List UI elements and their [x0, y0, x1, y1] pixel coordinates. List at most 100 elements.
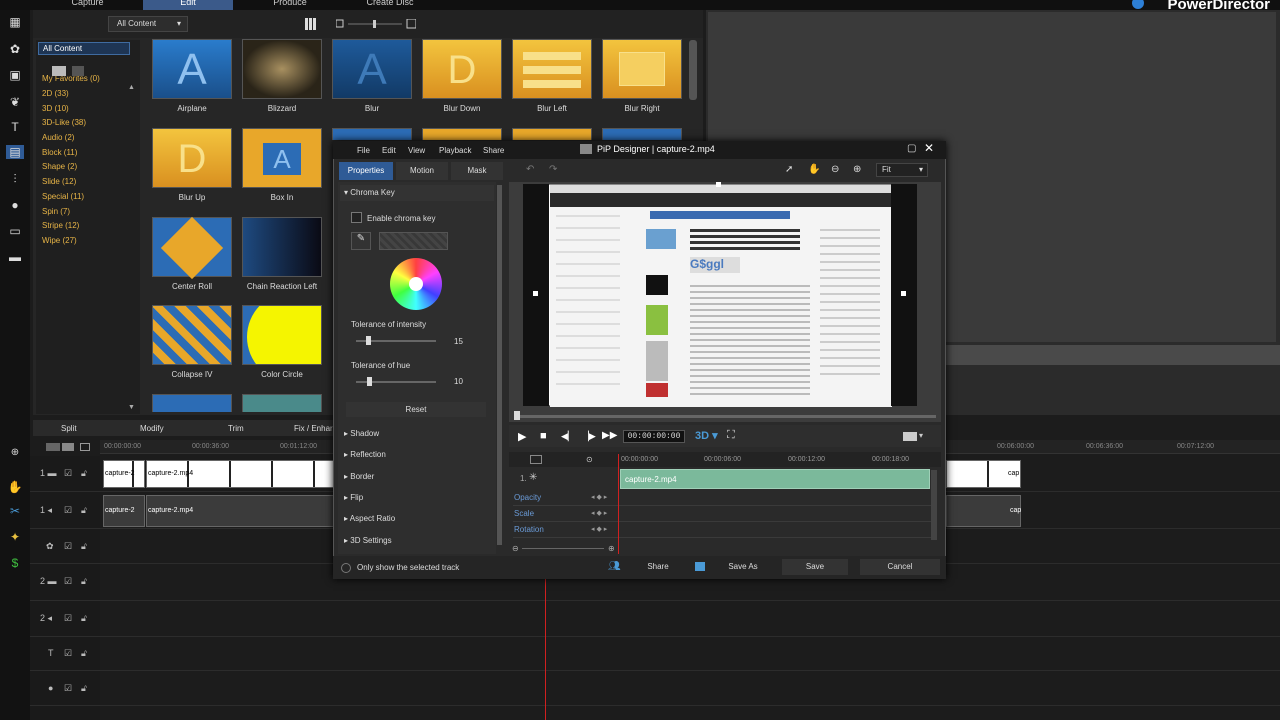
category-item[interactable]: My Favorites (0) [42, 74, 100, 83]
section-reflection[interactable]: ▸ Reflection [344, 450, 386, 459]
tab-edit[interactable]: Edit [143, 0, 233, 10]
tab-create-disc[interactable]: Create Disc [345, 0, 435, 10]
play-icon[interactable]: ▶ [518, 430, 526, 443]
tab-capture[interactable]: Capture [35, 0, 140, 10]
transition-thumb-collapse-iv[interactable] [152, 305, 232, 365]
save-button[interactable]: Save [782, 559, 848, 575]
transition-thumb-blur[interactable]: A [332, 39, 412, 99]
tolerance-hue-thumb[interactable] [367, 377, 372, 386]
tab-produce[interactable]: Produce [245, 0, 335, 10]
category-item[interactable]: 3D-Like (38) [42, 118, 86, 127]
lock-icon[interactable]: 🔓︎ [81, 648, 87, 659]
scroll-up-icon[interactable]: ▲ [128, 84, 135, 91]
track-enable-checkbox[interactable]: ☑ [64, 683, 72, 694]
section-border[interactable]: ▸ Border [344, 472, 374, 481]
transition-thumb-blur-right[interactable] [602, 39, 682, 99]
transition-thumb-center-roll[interactable] [152, 216, 232, 280]
track-enable-checkbox[interactable]: ☑ [64, 505, 72, 516]
preview-video-frame[interactable]: G$ggl [523, 184, 917, 407]
transition-thumb-box-in[interactable]: A [242, 128, 322, 188]
chevron-down-icon[interactable]: ▾ [919, 431, 923, 440]
resize-handle[interactable] [533, 291, 538, 296]
folder-icon[interactable] [52, 66, 66, 76]
only-selected-track-checkbox[interactable] [341, 563, 351, 573]
category-item[interactable]: Special (11) [42, 192, 84, 201]
section-chroma-key[interactable]: ▾ Chroma Key [344, 188, 395, 197]
transition-thumb-color-circle[interactable] [242, 305, 322, 365]
section-aspect-ratio[interactable]: ▸ Aspect Ratio [344, 514, 395, 523]
transition-thumb-partial[interactable] [512, 128, 592, 140]
zoom-in-icon[interactable]: ⊕ [853, 164, 861, 175]
enable-chroma-key-checkbox[interactable] [351, 212, 362, 223]
title-room-icon[interactable]: T [6, 120, 24, 134]
preview-seekbar[interactable] [516, 415, 936, 418]
key-color-swatch[interactable] [379, 232, 448, 250]
category-item[interactable]: Slide (12) [42, 177, 76, 186]
effects-room-icon[interactable]: ✿ [6, 42, 24, 56]
magic-tool-icon[interactable]: ✦ [6, 530, 24, 544]
lock-icon[interactable]: 🔓︎ [81, 576, 87, 587]
expand-track-icon[interactable]: ✳ [529, 472, 537, 483]
grid-view-icon[interactable] [305, 18, 317, 30]
keyframe-row-rotation[interactable]: Rotation [514, 525, 544, 534]
modify-button[interactable]: Modify [140, 424, 164, 433]
new-folder-icon[interactable] [72, 66, 84, 76]
keyframe-nav-icon[interactable]: ◂ ◆ ▸ [591, 525, 607, 533]
stop-icon[interactable]: ■ [540, 430, 547, 442]
scroll-down-icon[interactable]: ▼ [128, 404, 135, 411]
fit-timeline-icon[interactable] [62, 443, 74, 451]
kf-zoom-in-icon[interactable]: ⊕ [608, 544, 615, 553]
kf-zoom-out-icon[interactable]: ⊖ [512, 544, 519, 553]
keyframe-row-opacity[interactable]: Opacity [514, 493, 541, 502]
audio-tool-icon[interactable]: $ [6, 556, 24, 570]
cut-tool-icon[interactable]: ✂ [6, 504, 24, 518]
menu-view[interactable]: View [408, 146, 425, 155]
transition-thumb-partial[interactable] [332, 128, 412, 140]
undo-icon[interactable]: ↶ [526, 164, 534, 175]
transition-thumb-blur-left[interactable] [512, 39, 592, 99]
menu-file[interactable]: File [357, 146, 370, 155]
resize-handle[interactable] [901, 291, 906, 296]
library-scrollbar[interactable] [689, 40, 697, 100]
section-shadow[interactable]: ▸ Shadow [344, 429, 379, 438]
section-3d-settings[interactable]: ▸ 3D Settings [344, 536, 392, 545]
track-manager-icon[interactable] [46, 443, 60, 451]
next-frame-icon[interactable]: ▕▶ [582, 431, 596, 442]
keyframe-scrollbar[interactable] [931, 470, 937, 540]
transition-room-icon[interactable]: ▤ [6, 145, 24, 159]
lock-icon[interactable]: 🔓︎ [81, 505, 87, 516]
transition-thumb-partial[interactable] [422, 128, 502, 140]
lock-icon[interactable]: 🔓︎ [81, 683, 87, 694]
tab-motion[interactable]: Motion [396, 162, 448, 180]
share-button[interactable]: Share [625, 559, 691, 575]
fullscreen-icon[interactable]: ⛶ [727, 429, 735, 442]
lock-icon[interactable]: 🔓︎ [81, 541, 87, 552]
redo-icon[interactable]: ↷ [549, 164, 557, 175]
content-filter-select[interactable]: All Content ▾ [108, 16, 188, 32]
maximize-icon[interactable]: ▢ [907, 143, 916, 154]
select-tool-icon[interactable]: ➚ [785, 164, 793, 175]
menu-share[interactable]: Share [483, 146, 504, 155]
tolerance-intensity-thumb[interactable] [366, 336, 371, 345]
voice-over-icon[interactable]: ● [6, 198, 24, 212]
tab-properties[interactable]: Properties [339, 162, 393, 180]
lock-icon[interactable]: 🔓︎ [81, 613, 87, 624]
reset-button[interactable]: Reset [346, 402, 486, 417]
category-all-content[interactable]: All Content [38, 42, 130, 55]
audio-mixing-icon[interactable]: ⫶ [6, 172, 24, 186]
track-enable-checkbox[interactable]: ☑ [64, 648, 72, 659]
timecode-display[interactable]: 00:00:00:00 [623, 430, 685, 443]
transition-thumb-partial[interactable] [602, 128, 682, 140]
transition-thumb-partial[interactable] [242, 394, 322, 412]
track-enable-checkbox[interactable]: ☑ [64, 613, 72, 624]
import-media-icon[interactable]: ▦ [6, 15, 24, 29]
category-item[interactable]: Shape (2) [42, 162, 77, 171]
chapter-room-icon[interactable]: ▭ [6, 224, 24, 238]
pip-objects-icon[interactable]: ▣ [6, 68, 24, 82]
transition-thumb-partial[interactable] [152, 394, 232, 412]
keyframe-playhead[interactable] [618, 454, 619, 554]
menu-edit[interactable]: Edit [382, 146, 396, 155]
storyboard-icon[interactable] [80, 443, 90, 451]
transition-thumb-blizzard[interactable] [242, 39, 322, 99]
fast-forward-icon[interactable]: ▶▶ [602, 430, 617, 441]
